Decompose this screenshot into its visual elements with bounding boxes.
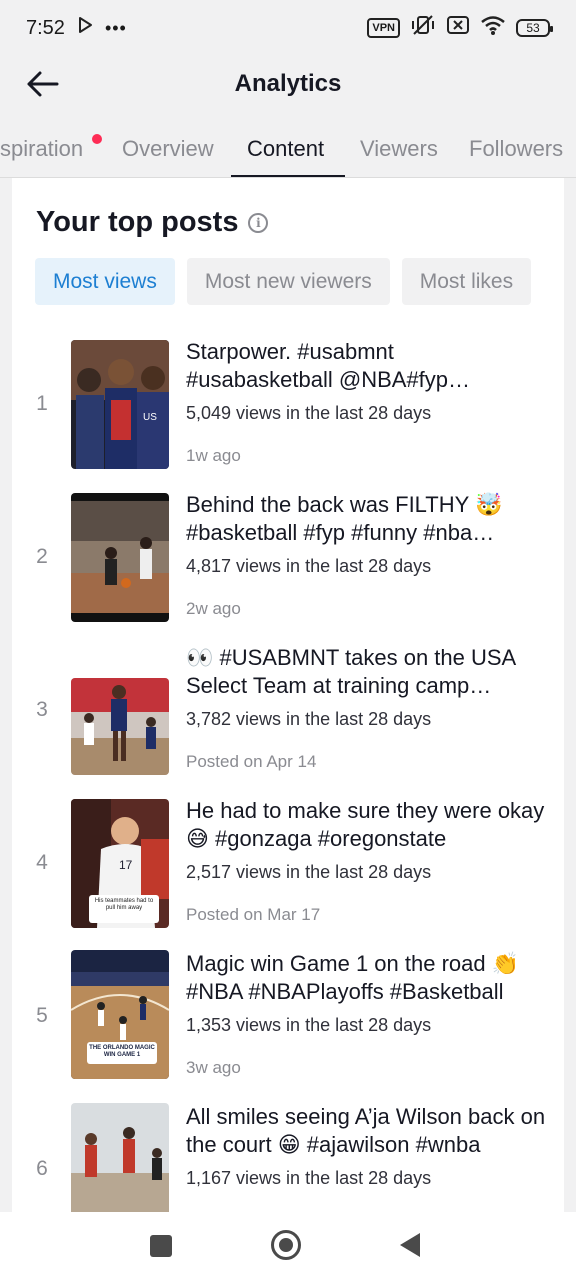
post-thumbnail[interactable]: THE ORLANDO MAGIC WIN GAME 1: [71, 950, 169, 1079]
post-thumbnail[interactable]: 17 His teammates had to pull him away: [71, 799, 169, 928]
status-bar: 7:52 ••• VPN 53: [0, 0, 576, 56]
post-date: 1w ago: [186, 446, 241, 465]
svg-text:17: 17: [119, 858, 133, 872]
mute-vibrate-icon: [410, 14, 436, 42]
post-views: 3,782 views in the last 28 days: [186, 709, 432, 729]
filter-chips: Most views Most new viewers Most likes: [35, 258, 564, 306]
filter-most-views[interactable]: Most views: [35, 258, 175, 305]
tab-overview[interactable]: Overview: [122, 120, 214, 177]
tab-label: Viewers: [360, 136, 438, 161]
back-button[interactable]: [22, 66, 62, 102]
wifi-icon: [480, 14, 506, 42]
status-time: 7:52: [26, 16, 65, 39]
tab-label: Followers: [469, 136, 564, 161]
post-date: 2w ago: [186, 599, 241, 618]
info-icon[interactable]: i: [248, 212, 269, 233]
post-views: 2,517 views in the last 28 days: [186, 862, 432, 882]
page-title: Analytics: [234, 70, 342, 97]
tab-content[interactable]: Content: [247, 120, 325, 177]
post-rank: 1: [36, 392, 48, 415]
thumbnail-overlay-text: His teammates had to pull him away: [94, 898, 154, 911]
post-row[interactable]: 5 THE ORLANDO MAGIC WIN GAME 1 Magic win…: [12, 950, 564, 1102]
post-views: 1,167 views in the last 28 days: [186, 1168, 432, 1188]
post-caption: Behind the back was FILTHY 🤯 #basketball…: [186, 492, 503, 545]
post-rank: 5: [36, 1004, 48, 1027]
tab-label: Content: [247, 136, 325, 161]
post-rank: 2: [36, 545, 48, 568]
tab-bar: spiration Overview Content Viewers Follo…: [0, 120, 576, 178]
post-row[interactable]: 6 All smiles seeing A’ja Wilson back on …: [12, 1103, 564, 1212]
app-header: Analytics: [0, 56, 576, 112]
square-recents-icon[interactable]: [150, 1235, 172, 1257]
post-rank: 6: [36, 1157, 48, 1180]
top-posts-card: Your top posts i Most views Most new vie…: [12, 178, 564, 1212]
post-text: Starpower. #usabmnt #usabasketball @NBA#…: [186, 338, 546, 466]
post-thumbnail[interactable]: [71, 1103, 169, 1212]
post-caption: All smiles seeing A’ja Wilson back on th…: [186, 1104, 546, 1157]
tab-viewers[interactable]: Viewers: [360, 120, 438, 177]
thumbnail-overlay-text: THE ORLANDO MAGIC WIN GAME 1: [89, 1045, 155, 1058]
play-icon: [75, 15, 95, 41]
post-thumbnail[interactable]: [71, 678, 169, 775]
tab-label: Overview: [122, 136, 214, 161]
post-row[interactable]: 4 17 His teammates had to pull him away …: [12, 797, 564, 949]
filter-most-new-viewers[interactable]: Most new viewers: [186, 258, 390, 305]
tab-inspiration[interactable]: spiration: [0, 120, 84, 177]
vpn-icon: VPN: [367, 18, 400, 38]
post-caption: Magic win Game 1 on the road 👏 #NBA #NBA…: [186, 951, 520, 1004]
notification-dot: [92, 134, 102, 144]
post-caption: He had to make sure they were okay 😅 #go…: [186, 798, 545, 851]
arrow-left-icon: [27, 71, 59, 97]
post-caption: 👀 #USABMNT takes on the USA Select Team …: [186, 645, 516, 698]
screen-off-icon: [446, 15, 470, 41]
tab-label: spiration: [0, 136, 84, 161]
post-date: Posted on Apr 14: [186, 752, 317, 771]
post-views: 1,353 views in the last 28 days: [186, 1015, 432, 1035]
post-caption: Starpower. #usabmnt #usabasketball @NBA#…: [186, 339, 449, 392]
post-thumbnail[interactable]: US: [71, 340, 169, 469]
post-views: 4,817 views in the last 28 days: [186, 556, 432, 576]
triangle-back-icon[interactable]: [400, 1233, 420, 1257]
more-dots-icon: •••: [104, 17, 127, 38]
post-rank: 4: [36, 851, 48, 874]
post-text: Behind the back was FILTHY 🤯 #basketball…: [186, 491, 546, 619]
post-views: 5,049 views in the last 28 days: [186, 403, 432, 423]
post-row[interactable]: 3 👀 #USABMNT takes on the USA Select Tea…: [12, 644, 564, 796]
post-date: 3w ago: [186, 1058, 241, 1077]
post-rank: 3: [36, 698, 48, 721]
filter-most-likes[interactable]: Most likes: [401, 258, 532, 305]
post-text: 👀 #USABMNT takes on the USA Select Team …: [186, 644, 546, 772]
post-text: All smiles seeing A’ja Wilson back on th…: [186, 1103, 546, 1189]
post-row[interactable]: 2 Behind the back was FILTHY 🤯 #basketba…: [12, 491, 564, 643]
post-text: He had to make sure they were okay 😅 #go…: [186, 797, 546, 925]
svg-text:US: US: [143, 412, 157, 423]
circle-home-icon[interactable]: [271, 1230, 301, 1260]
battery-icon: 53: [516, 19, 553, 37]
section-title: Your top posts i: [36, 206, 269, 239]
post-text: Magic win Game 1 on the road 👏 #NBA #NBA…: [186, 950, 546, 1078]
post-row[interactable]: 1 US Starpower. #usabmnt #usabasketball …: [12, 338, 564, 490]
section-title-text: Your top posts: [36, 206, 239, 238]
post-thumbnail[interactable]: [71, 493, 169, 622]
post-date: Posted on Mar 17: [186, 905, 321, 924]
system-nav-bar: [0, 1212, 576, 1280]
tab-followers[interactable]: Followers: [469, 120, 564, 177]
